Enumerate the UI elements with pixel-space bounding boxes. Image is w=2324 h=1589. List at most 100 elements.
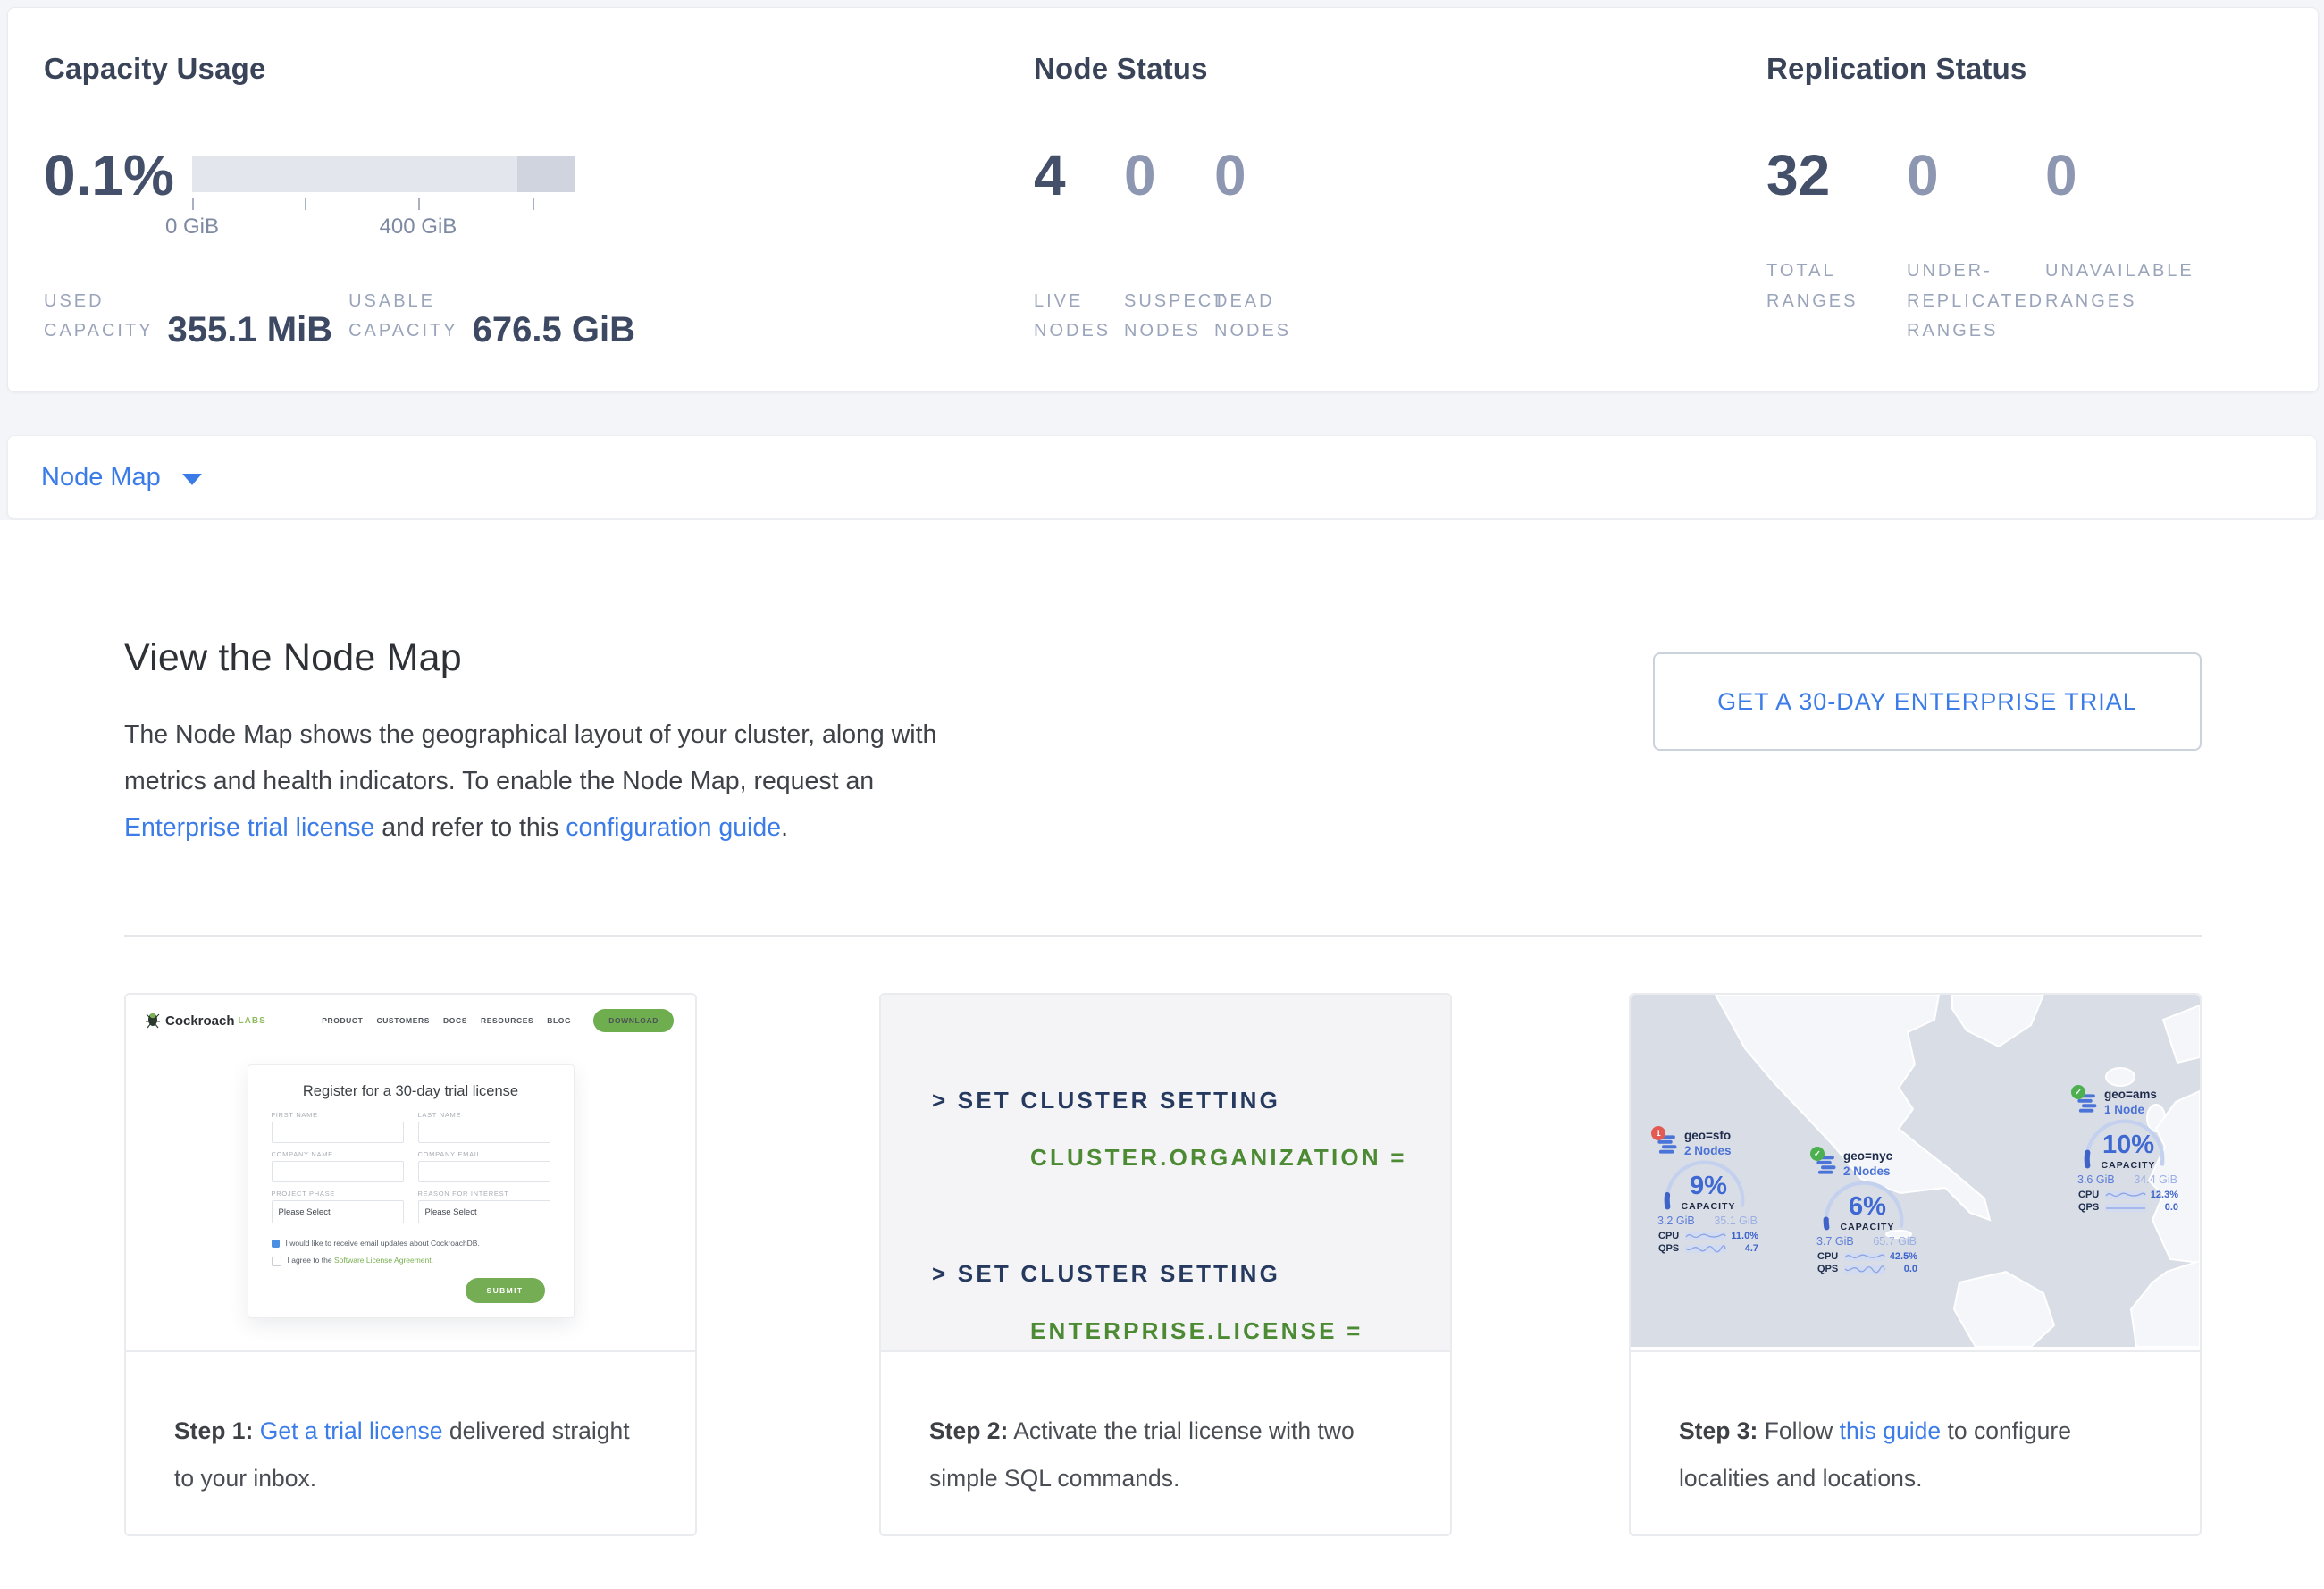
sql-setting: ENTERPRISE.LICENSE =	[932, 1302, 1450, 1352]
node-status-title: Node Status	[1034, 52, 1713, 86]
node-map-intro-panel: View the Node Map The Node Map shows the…	[0, 520, 2324, 1589]
step2-caption: Step 2: Activate the trial license with …	[881, 1352, 1450, 1502]
capacity-usage-title: Capacity Usage	[44, 52, 1009, 86]
company-email-field	[418, 1161, 550, 1182]
node-count: 1 Node	[2104, 1103, 2157, 1116]
step3-thumbnail: 1 geo=sfo 2 Nodes 9% CAPA	[1631, 995, 2200, 1352]
cpu-value: 11.0%	[1731, 1231, 1758, 1241]
axis-tick-label: 0 GiB	[165, 214, 219, 240]
this-guide-link[interactable]: this guide	[1840, 1417, 1941, 1444]
cluster-summary-panel: Capacity Usage 0.1% 0 GiB 400 GiB U	[7, 7, 2319, 392]
first-name-field	[272, 1122, 404, 1143]
cockroach-logo-icon	[146, 1012, 160, 1030]
step3-caption: Step 3: Follow this guide to configure l…	[1631, 1352, 2200, 1502]
capacity-bar-track	[192, 156, 575, 192]
axis-tick	[192, 198, 194, 210]
step2-card: > SET CLUSTER SETTING CLUSTER.ORGANIZATI…	[879, 993, 1452, 1536]
step-label: Step 1:	[174, 1417, 253, 1444]
field-label: FIRST NAME	[272, 1111, 404, 1119]
node-map-dropdown[interactable]: Node Map	[41, 463, 161, 492]
sql-commands-pane: > SET CLUSTER SETTING CLUSTER.ORGANIZATI…	[881, 995, 1450, 1350]
nav-item: CUSTOMERS	[376, 1016, 430, 1025]
license-agreement-checkbox-label: I agree to the Software License Agreemen…	[288, 1256, 434, 1265]
cpu-value: 12.3%	[2151, 1190, 2178, 1200]
locality-name: geo=nyc	[1843, 1149, 1892, 1163]
replication-status-section: Replication Status 32 0 0 TOTAL RANGES U…	[1766, 52, 2303, 347]
suspect-nodes-label: SUSPECT NODES	[1124, 287, 1214, 347]
sparkline	[1685, 1244, 1726, 1253]
capacity-total: 65.7 GiB	[1873, 1235, 1917, 1248]
field-label: COMPANY EMAIL	[418, 1150, 550, 1158]
used-capacity-value: 355.1 MiB	[168, 314, 333, 347]
locality-name: geo=sfo	[1684, 1129, 1732, 1142]
total-ranges-label: TOTAL RANGES	[1766, 256, 1907, 347]
step2-thumbnail: > SET CLUSTER SETTING CLUSTER.ORGANIZATI…	[881, 995, 1450, 1352]
software-license-link: Software License Agreement.	[334, 1256, 433, 1265]
sparkline	[1844, 1252, 1885, 1261]
get-enterprise-trial-button[interactable]: GET A 30-DAY ENTERPRISE TRIAL	[1653, 652, 2202, 751]
healthy-badge-icon: ✓	[2071, 1085, 2085, 1099]
capacity-percent: 0.1%	[44, 152, 156, 198]
capacity-used: 3.7 GiB	[1816, 1235, 1854, 1248]
capacity-bar-segment	[517, 156, 575, 192]
chevron-down-icon[interactable]	[182, 474, 202, 485]
error-badge-icon: 1	[1651, 1126, 1665, 1140]
axis-tick	[533, 198, 534, 210]
company-name-field	[272, 1161, 404, 1182]
locality-widget-sfo: 1 geo=sfo 2 Nodes 9% CAPA	[1651, 1126, 1766, 1248]
intro-text: .	[781, 813, 788, 842]
checkbox-checked-icon	[272, 1240, 280, 1248]
node-map-preview: 1 geo=sfo 2 Nodes 9% CAPA	[1631, 995, 2200, 1350]
label-text: I agree to the	[288, 1256, 334, 1265]
field-label: LAST NAME	[418, 1111, 550, 1119]
select-label: REASON FOR INTEREST	[418, 1190, 550, 1198]
qps-label: QPS	[2078, 1202, 2105, 1213]
view-selector-bar: Node Map	[7, 435, 2317, 519]
capacity-used: 3.2 GiB	[1657, 1215, 1695, 1227]
unavailable-ranges-label: UNAVAILABLE RANGES	[2045, 256, 2233, 347]
cpu-label: CPU	[1817, 1251, 1844, 1262]
qps-label: QPS	[1817, 1264, 1844, 1274]
capacity-bar: 0 GiB 400 GiB	[192, 156, 575, 192]
project-phase-select: Please Select	[272, 1200, 404, 1223]
page-title: View the Node Map	[124, 636, 462, 680]
unavailable-ranges-value: 0	[2045, 152, 2233, 198]
qps-value: 0.0	[2165, 1202, 2178, 1213]
healthy-badge-icon: ✓	[1810, 1147, 1825, 1161]
used-capacity-label: USED CAPACITY	[44, 287, 154, 347]
caption-text	[253, 1417, 259, 1444]
dead-nodes-value: 0	[1214, 152, 1305, 198]
step3-card: 1 geo=sfo 2 Nodes 9% CAPA	[1629, 993, 2202, 1536]
live-nodes-label: LIVE NODES	[1034, 287, 1124, 347]
brand-name: Cockroach	[165, 1013, 235, 1029]
sparkline	[2105, 1190, 2146, 1199]
used-capacity: USED CAPACITY 355.1 MiB	[44, 287, 332, 347]
download-pill: DOWNLOAD	[593, 1009, 674, 1032]
axis-tick	[305, 198, 306, 210]
field-label: COMPANY NAME	[272, 1150, 404, 1158]
get-trial-license-link[interactable]: Get a trial license	[260, 1417, 443, 1444]
step1-caption: Step 1: Get a trial license delivered st…	[126, 1352, 695, 1502]
enterprise-trial-license-link[interactable]: Enterprise trial license	[124, 813, 374, 842]
sql-command: > SET CLUSTER SETTING	[932, 1245, 1450, 1302]
usable-capacity-value: 676.5 GiB	[473, 314, 635, 347]
capacity-percent: 10%	[2071, 1131, 2186, 1160]
configuration-guide-link[interactable]: configuration guide	[566, 813, 781, 842]
qps-value: 0.0	[1904, 1264, 1917, 1274]
sparkline	[1685, 1232, 1726, 1240]
qps-label: QPS	[1658, 1243, 1685, 1254]
last-name-field	[418, 1122, 550, 1143]
step-label: Step 2:	[929, 1417, 1008, 1444]
nav-item: RESOURCES	[481, 1016, 533, 1025]
replication-status-title: Replication Status	[1766, 52, 2303, 86]
nav-item: DOCS	[443, 1016, 467, 1025]
sparkline	[1844, 1265, 1885, 1274]
usable-capacity: USABLE CAPACITY 676.5 GiB	[348, 287, 635, 347]
locality-widget-ams: ✓ geo=ams 1 Node 10% CAPA	[2071, 1085, 2186, 1206]
capacity-used: 3.6 GiB	[2077, 1173, 2115, 1186]
section-divider	[124, 935, 2202, 937]
intro-text: and refer to this	[374, 813, 566, 842]
sql-command: > SET CLUSTER SETTING	[932, 1072, 1450, 1129]
capacity-percent: 6%	[1810, 1192, 1925, 1222]
locality-widget-nyc: ✓ geo=nyc 2 Nodes 6% CAPA	[1810, 1147, 1925, 1268]
